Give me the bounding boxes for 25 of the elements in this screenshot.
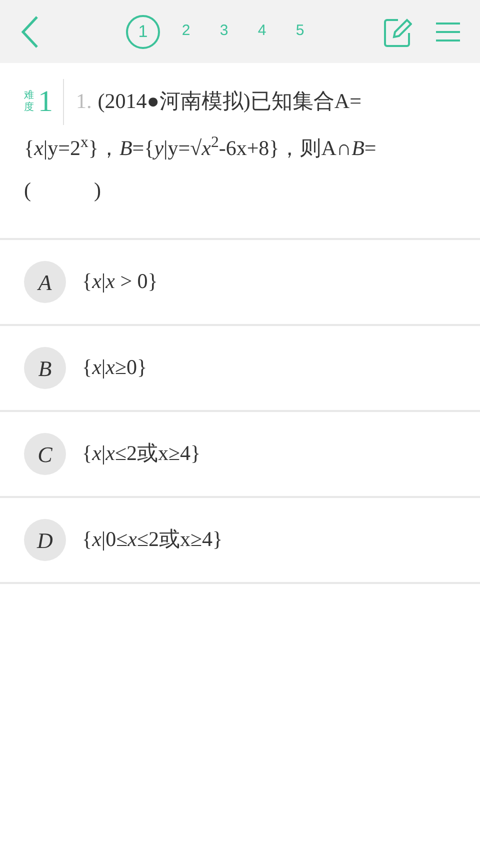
option-letter: C xyxy=(24,433,66,475)
answer-option[interactable]: D {x|0≤x≤2或x≥4} xyxy=(0,498,480,584)
answer-option[interactable]: B {x|x≥0} xyxy=(0,326,480,412)
option-text: {x|x > 0} xyxy=(82,268,158,296)
page-tab[interactable]: 2 xyxy=(174,14,198,48)
page-tab[interactable]: 1 xyxy=(126,14,160,48)
option-text: {x|x≤2或x≥4} xyxy=(82,440,201,468)
edit-icon[interactable] xyxy=(384,16,412,46)
option-letter: D xyxy=(24,519,66,561)
question-text: {x|y=2$^{x}$}，B={y|y=√x$^{2}$-6x+8}，则A∩B= ( ) xyxy=(24,133,378,204)
page-tab[interactable]: 4 xyxy=(250,14,274,48)
back-icon[interactable] xyxy=(20,14,40,48)
page-tab[interactable]: 5 xyxy=(288,14,312,48)
option-letter: A xyxy=(24,261,66,303)
menu-icon[interactable] xyxy=(436,22,460,42)
answer-option[interactable]: C {x|x≤2或x≥4} xyxy=(0,412,480,498)
option-letter: B xyxy=(24,347,66,389)
page-tab[interactable]: 3 xyxy=(212,14,236,48)
answer-option[interactable]: A {x|x > 0} xyxy=(0,240,480,326)
option-text: {x|x≥0} xyxy=(82,354,148,382)
question-text: (2014●河南模拟)已知集合A= xyxy=(98,88,362,116)
difficulty-label: 难度 xyxy=(24,90,35,114)
difficulty-level: 1 xyxy=(38,85,53,119)
option-text: {x|0≤x≤2或x≥4} xyxy=(82,526,223,554)
question-number: 1. xyxy=(76,88,92,116)
